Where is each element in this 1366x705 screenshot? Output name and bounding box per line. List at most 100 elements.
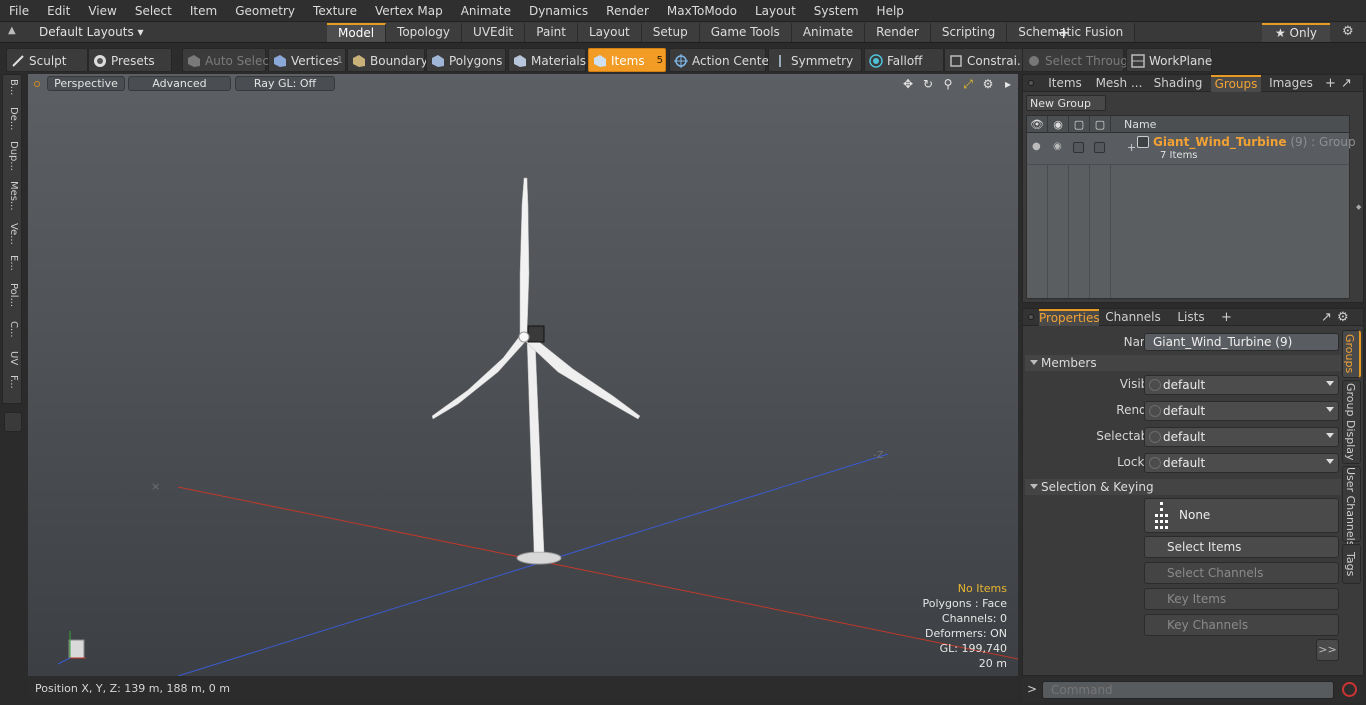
rotate-icon[interactable]: ↻ <box>920 76 936 92</box>
key-items-button[interactable]: Key Items <box>1144 588 1339 610</box>
strip-tab-ve[interactable]: Ve... <box>5 223 21 245</box>
gear-icon[interactable]: ⚙ <box>1342 24 1354 39</box>
gear-icon[interactable]: ⚙ <box>1337 309 1349 326</box>
locked-dropdown[interactable]: default <box>1144 453 1339 473</box>
only-toggle[interactable]: ★ Only <box>1262 23 1330 42</box>
perspective-button[interactable]: Perspective <box>47 76 125 91</box>
strip-tab-dup[interactable]: Dup... <box>5 141 21 171</box>
tab-groups[interactable]: Groups <box>1211 75 1261 92</box>
tab-scripting[interactable]: Scripting <box>930 23 1008 42</box>
side-tab-groups[interactable]: Groups <box>1342 330 1361 378</box>
strip-tab-de[interactable]: De... <box>5 107 21 130</box>
tab-setup[interactable]: Setup <box>641 23 700 42</box>
side-tab-group-display[interactable]: Group Display <box>1342 380 1361 464</box>
tab-render[interactable]: Render <box>865 23 931 42</box>
select-lock-icon[interactable]: ▢ <box>1069 116 1090 133</box>
vertices-button[interactable]: Vertices 1 <box>268 48 346 72</box>
select-through-button[interactable]: Select Through <box>1022 48 1136 72</box>
layouts-dropdown[interactable]: Default Layouts ▾ <box>39 22 144 43</box>
tab-properties[interactable]: Properties <box>1039 309 1100 326</box>
move-icon[interactable]: ✥ <box>900 76 916 92</box>
tab-model[interactable]: Model <box>327 23 387 42</box>
strip-tab-uv[interactable]: UV <box>5 351 21 365</box>
menu-file[interactable]: File <box>0 0 38 22</box>
tab-schematic-fusion[interactable]: Schematic Fusion <box>1007 23 1136 42</box>
key-channels-button[interactable]: Key Channels <box>1144 614 1339 636</box>
raygl-button[interactable]: Ray GL: Off <box>235 76 335 91</box>
group-row[interactable]: ● ◉ + Giant_Wind_Turbine (9) : Group 7 I… <box>1027 133 1356 165</box>
more-button[interactable]: >> <box>1316 639 1339 661</box>
panel-menu-dot-icon[interactable] <box>1028 80 1034 86</box>
tab-lists[interactable]: Lists <box>1167 309 1215 326</box>
tab-paint[interactable]: Paint <box>525 23 578 42</box>
menu-maxtomodo[interactable]: MaxToModo <box>658 0 746 22</box>
zoom-icon[interactable]: ⚲ <box>940 76 956 92</box>
menu-vertex-map[interactable]: Vertex Map <box>366 0 452 22</box>
viewport-menu-dot-icon[interactable] <box>34 81 40 87</box>
falloff-button[interactable]: Falloff <box>864 48 944 72</box>
tab-items[interactable]: Items <box>1039 75 1091 92</box>
fit-icon[interactable]: ⤢ <box>960 76 976 92</box>
tab-layout[interactable]: Layout <box>577 23 642 42</box>
row-render-icon[interactable]: ◉ <box>1053 141 1062 152</box>
add-tab-button[interactable]: + <box>1221 309 1232 326</box>
menu-view[interactable]: View <box>79 0 125 22</box>
settings-icon[interactable]: ⚙ <box>980 76 996 92</box>
name-column-header[interactable]: Name <box>1111 116 1349 133</box>
visible-dropdown[interactable]: default <box>1144 375 1339 395</box>
visibility-eye-icon[interactable]: 👁 <box>1027 116 1048 133</box>
none-button[interactable]: None <box>1144 498 1339 533</box>
side-tab-tags[interactable]: Tags <box>1342 544 1361 584</box>
menu-dynamics[interactable]: Dynamics <box>520 0 597 22</box>
strip-tab-c[interactable]: C... <box>5 321 21 338</box>
menu-select[interactable]: Select <box>126 0 181 22</box>
row-lock-checkbox[interactable] <box>1094 142 1105 153</box>
tab-images[interactable]: Images <box>1263 75 1319 92</box>
menu-animate[interactable]: Animate <box>452 0 520 22</box>
expand-plus-icon[interactable]: + <box>1127 141 1136 154</box>
select-items-button[interactable]: Select Items <box>1144 536 1339 558</box>
tab-game-tools[interactable]: Game Tools <box>699 23 792 42</box>
render-dropdown[interactable]: default <box>1144 401 1339 421</box>
strip-tab-f[interactable]: F... <box>5 375 21 389</box>
name-field[interactable]: Giant_Wind_Turbine (9) <box>1144 333 1339 351</box>
3d-viewport[interactable]: -Z × Perspective Advanced Ray GL: Off ✥ … <box>28 74 1018 676</box>
add-tab-button[interactable]: + <box>1325 75 1336 92</box>
row-select-checkbox[interactable] <box>1073 142 1084 153</box>
new-group-button[interactable]: New Group <box>1026 95 1106 111</box>
menu-edit[interactable]: Edit <box>38 0 79 22</box>
strip-tab-b[interactable]: B... <box>5 79 21 95</box>
menu-geometry[interactable]: Geometry <box>226 0 304 22</box>
expand-arrow-icon[interactable]: ▸ <box>1000 76 1016 92</box>
members-section[interactable]: Members <box>1025 355 1341 371</box>
selectable-dropdown[interactable]: default <box>1144 427 1339 447</box>
polygons-button[interactable]: Polygons <box>426 48 506 72</box>
panel-menu-dot-icon[interactable] <box>1028 314 1034 320</box>
menu-help[interactable]: Help <box>868 0 913 22</box>
selection-keying-section[interactable]: Selection & Keying <box>1025 479 1341 495</box>
expand-icon[interactable]: ↗ <box>1321 309 1332 326</box>
tab-mesh[interactable]: Mesh ... <box>1093 75 1145 92</box>
tab-uvedit[interactable]: UVEdit <box>462 23 526 42</box>
tab-channels[interactable]: Channels <box>1103 309 1163 326</box>
boundary-button[interactable]: Boundary <box>347 48 428 72</box>
auto-select-button[interactable]: Auto Select <box>182 48 274 72</box>
menu-item[interactable]: Item <box>181 0 226 22</box>
scroll-handle-icon[interactable]: ◆ <box>1356 203 1361 213</box>
menu-texture[interactable]: Texture <box>304 0 366 22</box>
group-name[interactable]: Giant_Wind_Turbine (9) : Group <box>1153 135 1356 149</box>
materials-button[interactable]: Materials <box>508 48 586 72</box>
workplane-button[interactable]: WorkPlane <box>1126 48 1212 72</box>
record-icon[interactable] <box>1342 682 1357 697</box>
sculpt-button[interactable]: Sculpt <box>6 48 88 72</box>
items-button[interactable]: Items 5 <box>588 48 666 72</box>
symmetry-button[interactable]: Symmetry <box>768 48 862 72</box>
constraints-button[interactable]: Constrai... <box>944 48 1028 72</box>
command-input[interactable] <box>1042 681 1334 699</box>
menu-layout[interactable]: Layout <box>746 0 805 22</box>
collapse-arrow-icon[interactable]: ▲ <box>8 25 16 36</box>
strip-tab-mes[interactable]: Mes... <box>5 181 21 211</box>
strip-tab-e[interactable]: E... <box>5 255 21 271</box>
row-eye-icon[interactable]: ● <box>1032 141 1041 152</box>
action-center-button[interactable]: Action Center <box>669 48 774 72</box>
